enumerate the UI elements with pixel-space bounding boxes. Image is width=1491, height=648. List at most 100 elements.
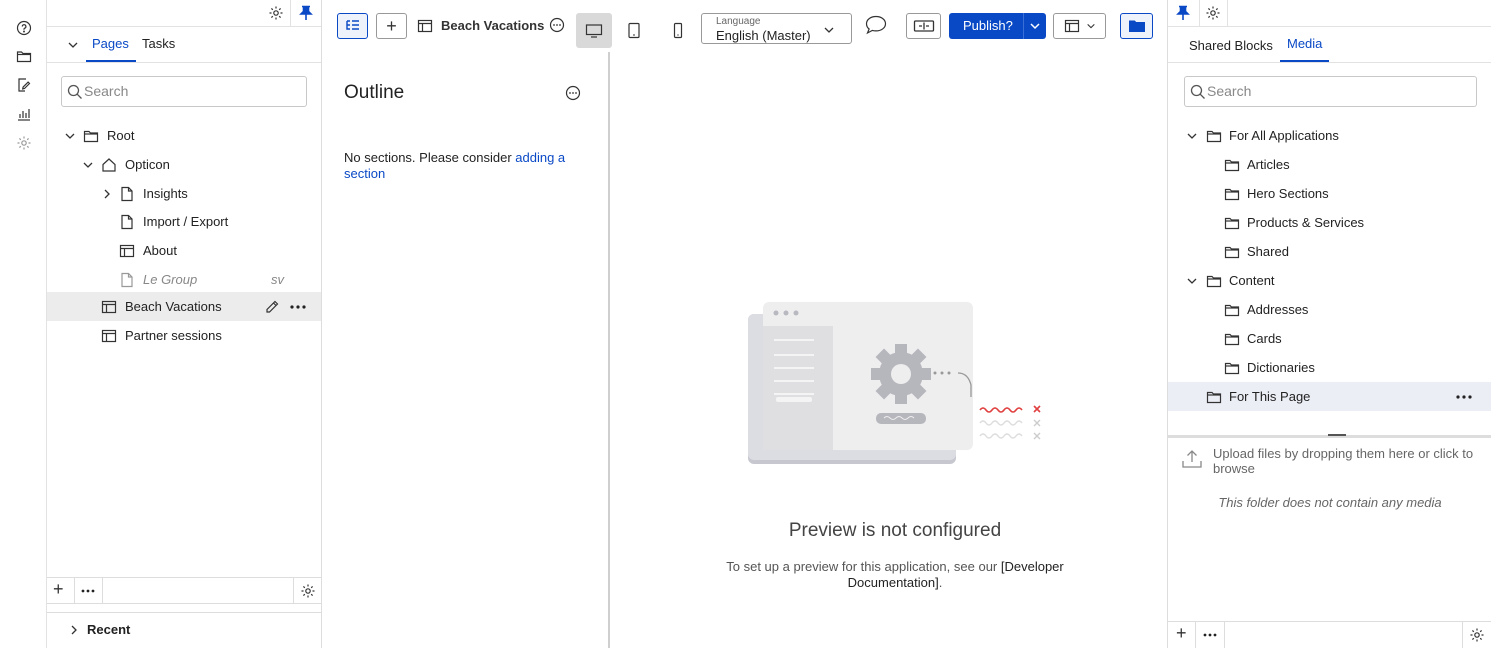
splitter-handle[interactable]: [1328, 434, 1346, 436]
folder-icon: [1206, 130, 1222, 142]
media-folder-item[interactable]: Content: [1168, 266, 1491, 295]
desktop-view-button[interactable]: [576, 13, 612, 48]
more-icon[interactable]: [1203, 632, 1217, 638]
more-circle-icon[interactable]: [549, 17, 565, 33]
assets-toggle-button[interactable]: [1120, 13, 1153, 39]
assets-panel: Shared Blocks Media For All Applications…: [1167, 0, 1491, 648]
pages-search[interactable]: [61, 76, 307, 107]
media-folder-item[interactable]: Articles: [1168, 150, 1491, 179]
media-folder-label: Articles: [1247, 157, 1290, 172]
tab-pages[interactable]: Pages: [92, 36, 129, 51]
add-icon: +: [386, 15, 397, 36]
editor-toolbar: + Beach Vacations Language English (Mast…: [322, 0, 1168, 52]
compare-button[interactable]: [906, 13, 941, 39]
layout-icon: [101, 300, 117, 313]
edit-page-icon[interactable]: [14, 75, 34, 95]
pencil-icon[interactable]: [264, 299, 280, 315]
tree-item-beach-vacations[interactable]: Beach Vacations: [47, 292, 321, 321]
media-search[interactable]: [1184, 76, 1477, 107]
divider: [290, 0, 291, 27]
folder-icon[interactable]: [14, 46, 34, 66]
settings-icon[interactable]: [1469, 627, 1485, 643]
pin-icon[interactable]: [299, 5, 313, 21]
preview-area: Preview is not configured To set up a pr…: [611, 52, 1168, 648]
language-select-label: Language: [716, 16, 761, 27]
help-icon[interactable]: [14, 18, 34, 38]
tree-item-about[interactable]: About: [47, 236, 321, 265]
more-icon[interactable]: [81, 588, 95, 594]
tab-shared-blocks[interactable]: Shared Blocks: [1189, 38, 1273, 53]
tree-item-label: Opticon: [125, 157, 170, 172]
outline-toggle-button[interactable]: [337, 13, 368, 39]
media-folder-label: Products & Services: [1247, 215, 1365, 230]
more-circle-icon[interactable]: [565, 85, 581, 101]
tree-item-root[interactable]: Root: [47, 121, 321, 150]
folder-icon: [1128, 20, 1145, 32]
chevron-down-icon[interactable]: [82, 159, 94, 171]
media-folder-item[interactable]: Shared: [1168, 237, 1491, 266]
media-folder-label: Content: [1229, 273, 1275, 288]
chevron-right-icon[interactable]: [101, 188, 113, 200]
layout-icon: [119, 244, 135, 257]
add-button[interactable]: +: [376, 13, 407, 39]
recent-section[interactable]: Recent: [47, 612, 322, 648]
media-search-input[interactable]: [1207, 83, 1440, 99]
layout-switch-button[interactable]: [1053, 13, 1106, 39]
tree-item-insights[interactable]: Insights: [47, 179, 321, 208]
media-folder-item[interactable]: Cards: [1168, 324, 1491, 353]
media-folder-label: For This Page: [1229, 389, 1311, 404]
settings-icon[interactable]: [14, 133, 34, 153]
chevron-down-icon[interactable]: [1186, 130, 1198, 142]
panel-settings-icon[interactable]: [1205, 5, 1221, 21]
recent-label: Recent: [87, 622, 131, 637]
more-icon[interactable]: [290, 304, 306, 310]
tab-tasks[interactable]: Tasks: [142, 36, 175, 51]
panel-tabs: Pages Tasks: [47, 27, 321, 63]
folder-icon: [83, 130, 99, 142]
preview-description: To set up a preview for this application…: [711, 559, 1079, 591]
media-folder-item[interactable]: For All Applications: [1168, 121, 1491, 150]
divider: [1227, 0, 1228, 27]
settings-icon[interactable]: [300, 583, 316, 599]
media-folder-item[interactable]: Dictionaries: [1168, 353, 1491, 382]
divider: [1462, 622, 1463, 648]
comment-icon[interactable]: [864, 14, 888, 36]
media-folder-item[interactable]: Addresses: [1168, 295, 1491, 324]
media-folder-item[interactable]: For This Page: [1168, 382, 1491, 411]
pages-search-input[interactable]: [84, 83, 280, 99]
panel-settings-icon[interactable]: [268, 5, 284, 21]
chevron-down-icon[interactable]: [1029, 20, 1041, 32]
tree-item-label: Root: [107, 128, 135, 143]
add-icon[interactable]: +: [1176, 623, 1187, 644]
add-icon[interactable]: +: [53, 579, 64, 600]
mobile-view-button[interactable]: [672, 22, 684, 39]
left-rail: [0, 0, 47, 648]
divider: [74, 578, 75, 604]
tree-item-label: About: [143, 243, 177, 258]
chevron-right-icon[interactable]: [68, 624, 80, 636]
page-icon: [121, 272, 133, 287]
folder-icon: [1206, 275, 1222, 287]
tab-media[interactable]: Media: [1287, 36, 1322, 51]
panel-header: [47, 0, 321, 27]
media-folder-item[interactable]: Products & Services: [1168, 208, 1491, 237]
folder-icon: [1224, 362, 1240, 374]
pin-icon[interactable]: [1176, 5, 1190, 21]
tree-item-import-export[interactable]: Import / Export: [47, 207, 321, 236]
analytics-icon[interactable]: [14, 104, 34, 124]
more-icon[interactable]: [1456, 394, 1472, 400]
media-folder-label: Shared: [1247, 244, 1289, 259]
mobile-icon: [673, 22, 683, 39]
language-select[interactable]: Language English (Master): [701, 13, 852, 44]
publish-button[interactable]: Publish?: [949, 13, 1046, 39]
chevron-down-icon[interactable]: [1186, 275, 1198, 287]
tree-item-opticon[interactable]: Opticon: [47, 150, 321, 179]
layout-icon: [101, 329, 117, 342]
chevron-down-icon[interactable]: [64, 130, 76, 142]
media-folder-item[interactable]: Hero Sections: [1168, 179, 1491, 208]
tablet-view-button[interactable]: [627, 22, 641, 39]
tree-item-partner-sessions[interactable]: Partner sessions: [47, 321, 321, 350]
collapse-chevron-icon[interactable]: [67, 39, 79, 51]
tree-item-le-group[interactable]: Le Group sv: [47, 265, 321, 294]
upload-dropzone[interactable]: Upload files by dropping them here or cl…: [1168, 438, 1491, 478]
